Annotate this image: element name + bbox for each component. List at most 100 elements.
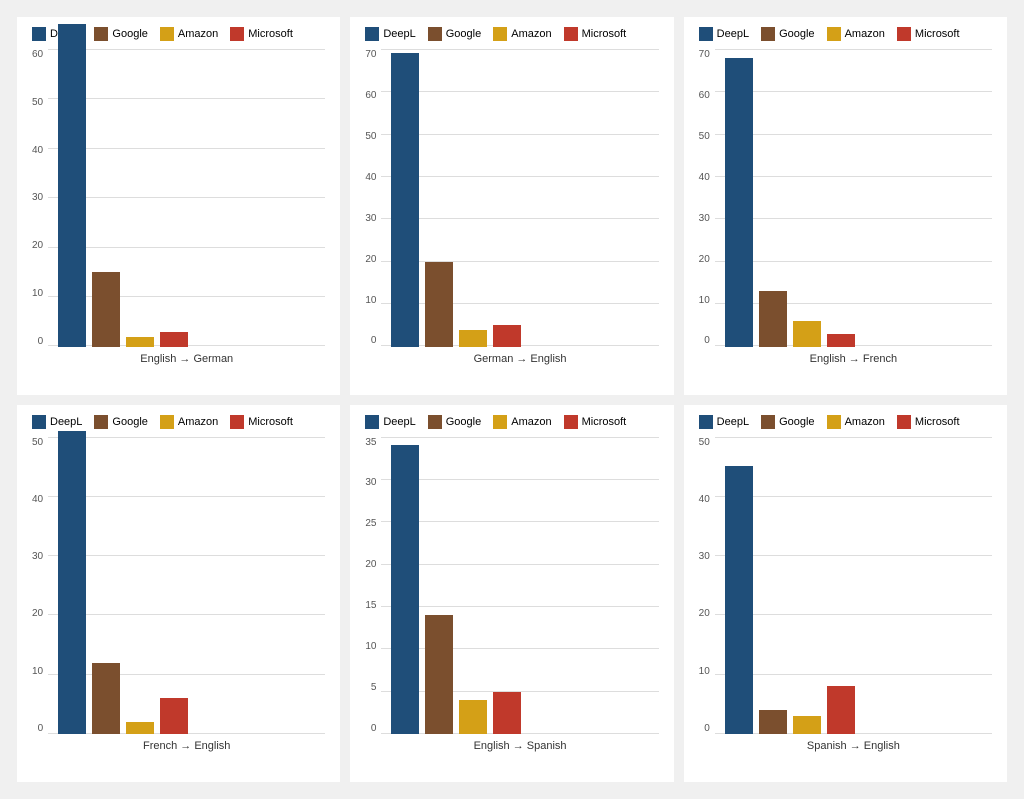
chart-legend: DeepL Google Amazon Microsoft <box>32 415 325 429</box>
legend-label-deepl: DeepL <box>717 416 749 428</box>
legend-label-microsoft: Microsoft <box>248 416 293 428</box>
y-axis: 706050403020100 <box>365 49 381 365</box>
y-tick: 30 <box>32 551 43 562</box>
legend-color-microsoft <box>564 415 578 429</box>
bar-microsoft <box>493 325 521 346</box>
chart-legend: DeepLGoogleAmazonMicrosoft <box>699 27 992 41</box>
legend-color-google <box>761 415 775 429</box>
legend-label-amazon: Amazon <box>178 416 218 428</box>
y-tick: 50 <box>365 131 376 142</box>
bars-wrapper <box>715 437 992 735</box>
legend-color-google <box>428 415 442 429</box>
y-tick: 60 <box>365 90 376 101</box>
legend-item-microsoft: Microsoft <box>230 27 293 41</box>
bar-microsoft <box>827 686 855 734</box>
y-tick: 50 <box>699 437 710 448</box>
bar-amazon <box>793 321 821 347</box>
y-tick: 40 <box>699 172 710 183</box>
y-tick: 0 <box>38 723 44 734</box>
bar-microsoft <box>160 332 188 347</box>
plot-area: French → English <box>48 437 325 753</box>
legend-item-deepl: DeepL <box>32 415 82 429</box>
bar-google <box>759 291 787 346</box>
legend-label-deepl: DeepL <box>50 416 82 428</box>
y-tick: 5 <box>371 682 377 693</box>
legend-item-microsoft: Microsoft <box>897 27 960 41</box>
legend-item-google: Google <box>94 27 147 41</box>
bar-google <box>425 262 453 347</box>
y-tick: 60 <box>699 90 710 101</box>
y-tick: 20 <box>699 254 710 265</box>
y-tick: 40 <box>32 494 43 505</box>
legend-label-microsoft: Microsoft <box>915 28 960 40</box>
chart-fre-eng: DeepLGoogleAmazonMicrosoft50403020100Fre… <box>17 405 340 783</box>
y-tick: 10 <box>699 666 710 677</box>
legend-item-microsoft: Microsoft <box>564 27 627 41</box>
y-axis: 50403020100 <box>699 437 715 753</box>
legend-color-microsoft <box>897 415 911 429</box>
legend-color-amazon <box>493 415 507 429</box>
legend-color-amazon <box>827 415 841 429</box>
legend-color-microsoft <box>897 27 911 41</box>
legend-label-amazon: Amazon <box>845 416 885 428</box>
y-tick: 35 <box>365 437 376 448</box>
y-tick: 40 <box>365 172 376 183</box>
bar-amazon <box>459 330 487 347</box>
chart-eng-ger: DeepLGoogleAmazonMicrosoft6050403020100E… <box>17 17 340 395</box>
y-tick: 30 <box>365 213 376 224</box>
legend-label-amazon: Amazon <box>845 28 885 40</box>
y-tick: 10 <box>365 295 376 306</box>
legend-color-google <box>94 415 108 429</box>
chart-area: 50403020100French → English <box>32 437 325 753</box>
legend-label-microsoft: Microsoft <box>582 416 627 428</box>
legend-color-microsoft <box>230 415 244 429</box>
legend-label-google: Google <box>446 28 481 40</box>
y-tick: 70 <box>699 49 710 60</box>
bar-google <box>92 272 120 346</box>
y-tick: 30 <box>699 551 710 562</box>
y-tick: 60 <box>32 49 43 60</box>
plot-area: Spanish → English <box>715 437 992 753</box>
legend-color-deepl <box>699 27 713 41</box>
bar-deepl <box>725 466 753 734</box>
legend-label-google: Google <box>779 416 814 428</box>
y-axis: 50403020100 <box>32 437 48 753</box>
legend-label-microsoft: Microsoft <box>915 416 960 428</box>
legend-item-amazon: Amazon <box>827 415 885 429</box>
y-axis: 35302520151050 <box>365 437 381 753</box>
chart-title: English → Spanish <box>381 740 658 752</box>
bar-amazon <box>126 722 154 734</box>
legend-color-google <box>428 27 442 41</box>
chart-eng-spa: DeepLGoogleAmazonMicrosoft35302520151050… <box>350 405 673 783</box>
y-tick: 30 <box>699 213 710 224</box>
y-tick: 20 <box>32 608 43 619</box>
y-axis: 706050403020100 <box>699 49 715 365</box>
legend-item-google: Google <box>94 415 147 429</box>
y-tick: 15 <box>365 600 376 611</box>
legend-item-google: Google <box>428 415 481 429</box>
legend-color-microsoft <box>230 27 244 41</box>
y-tick: 0 <box>371 335 377 346</box>
legend-item-amazon: Amazon <box>493 27 551 41</box>
legend-label-deepl: DeepL <box>717 28 749 40</box>
legend-item-deepl: DeepL <box>365 27 415 41</box>
y-tick: 30 <box>365 477 376 488</box>
legend-color-deepl <box>32 415 46 429</box>
legend-color-deepl <box>32 27 46 41</box>
plot-area: English → German <box>48 49 325 365</box>
y-tick: 0 <box>371 723 377 734</box>
bar-amazon <box>126 337 154 347</box>
y-tick: 0 <box>38 336 44 347</box>
legend-color-deepl <box>699 415 713 429</box>
y-tick: 0 <box>704 335 710 346</box>
bar-google <box>759 710 787 734</box>
legend-item-amazon: Amazon <box>493 415 551 429</box>
legend-item-amazon: Amazon <box>827 27 885 41</box>
chart-eng-fre: DeepLGoogleAmazonMicrosoft70605040302010… <box>684 17 1007 395</box>
chart-area: 50403020100Spanish → English <box>699 437 992 753</box>
legend-label-deepl: DeepL <box>383 416 415 428</box>
y-tick: 50 <box>32 437 43 448</box>
y-tick: 50 <box>32 97 43 108</box>
bar-microsoft <box>827 334 855 347</box>
legend-color-amazon <box>827 27 841 41</box>
